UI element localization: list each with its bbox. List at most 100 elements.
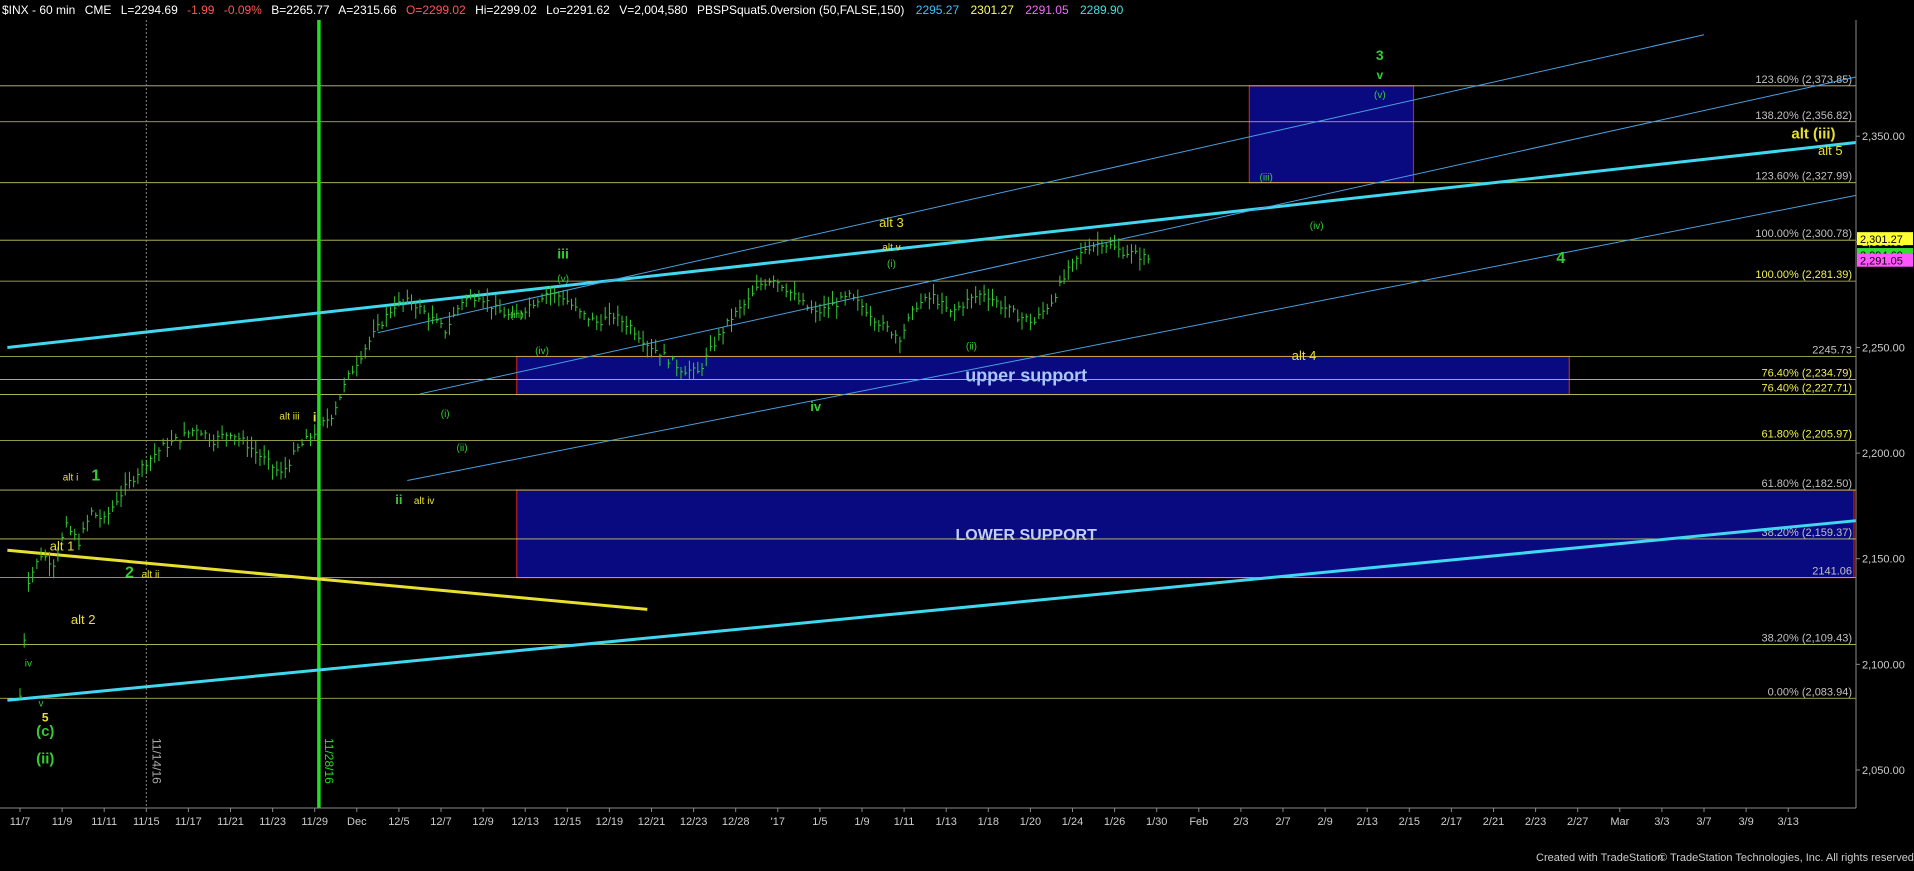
wave-label: v (39, 699, 44, 710)
fib-label: 61.80% (2,205.97) (1761, 428, 1852, 440)
study-value: 2301.27 (971, 3, 1015, 17)
study-value: 2291.05 (1025, 3, 1069, 17)
x-tick-label: 12/15 (554, 816, 582, 828)
x-tick-label: 2/13 (1356, 816, 1377, 828)
x-tick-label: 2/27 (1567, 816, 1588, 828)
x-tick-label: 3/7 (1696, 816, 1711, 828)
price-chart[interactable]: upper support LOWER SUPPORT 123.60% (2,37… (0, 0, 1914, 866)
wave-label: iii (557, 246, 569, 262)
fib-label: 100.00% (2,300.78) (1755, 228, 1852, 240)
y-tick-label: 2,350.00 (1862, 131, 1905, 143)
x-tick-label: Mar (1610, 816, 1629, 828)
wave-label: alt (iii) (1791, 125, 1835, 142)
x-tick-label: 1/24 (1062, 816, 1083, 828)
x-tick-label: 11/21 (217, 816, 244, 828)
fib-label: 0.00% (2,083.94) (1768, 686, 1852, 698)
net-change: -1.99 (187, 3, 215, 17)
exchange-label: CME (85, 3, 112, 17)
wave-label: iv (810, 399, 822, 414)
x-tick-label: 11/23 (259, 816, 286, 828)
high-price: Hi=2299.02 (475, 3, 537, 17)
trendline (419, 76, 1857, 395)
wave-label: ii (395, 492, 402, 507)
wave-label: alt 5 (1818, 143, 1843, 158)
last-price: L=2294.69 (121, 3, 178, 17)
trendline (7, 141, 1857, 349)
x-tick-label: 1/13 (935, 816, 956, 828)
trendline (377, 34, 1705, 334)
axes: 2,050.00 2,100.00 2,150.00 2,200.00 2,250.00… (0, 20, 1913, 828)
study-value: 2289.90 (1080, 3, 1124, 17)
trendline (407, 194, 1857, 482)
symbol-label: $INX - 60 min (2, 3, 75, 17)
x-tick-label: 1/30 (1146, 816, 1167, 828)
wave-label: alt 4 (1292, 348, 1317, 363)
x-tick-label: 2/23 (1525, 816, 1546, 828)
x-tick-label: 1/26 (1104, 816, 1125, 828)
fib-label: 2245.73 (1812, 344, 1852, 356)
wave-label: (ii) (966, 342, 977, 353)
x-tick-label: 12/7 (430, 816, 451, 828)
x-tick-label: 11/15 (133, 816, 160, 828)
wave-label: 2 (125, 565, 134, 582)
y-tick-label: 2,050.00 (1862, 765, 1905, 777)
wave-label: v (1376, 68, 1383, 82)
chart-header: $INX - 60 min CME L=2294.69 -1.99 -0.09%… (2, 3, 1124, 17)
wave-label: alt 3 (879, 215, 904, 230)
wave-label: alt i (63, 473, 79, 484)
open-price: O=2299.02 (406, 3, 466, 17)
support-zone (516, 489, 1855, 579)
vline-label: 11/28/16 (322, 738, 336, 784)
wave-label: iv (25, 658, 32, 669)
wave-label: (iv) (1310, 221, 1324, 232)
wave-label: alt iii (279, 411, 299, 422)
svg-text:$INX - 60 min CME: $INX - 60 min CME L=2294.69 -1.99 -0.09%… (2, 3, 1124, 17)
wave-label: 3 (1376, 47, 1384, 63)
vertical-lines: 11/28/16 11/14/16 (145, 20, 336, 808)
fib-label: 38.20% (2,109.43) (1761, 632, 1852, 644)
x-tick-label: 2/21 (1483, 816, 1504, 828)
support-zones: upper support LOWER SUPPORT (516, 85, 1855, 579)
wave-label: (iv) (535, 346, 549, 357)
fib-label: 2141.06 (1812, 566, 1852, 578)
footer-credit: Created with TradeStation (1536, 852, 1663, 864)
x-tick-label: 12/21 (638, 816, 666, 828)
x-tick-label: 3/13 (1777, 816, 1798, 828)
chart-window: upper support LOWER SUPPORT 123.60% (2,37… (0, 0, 1914, 866)
study-value: 2295.27 (916, 3, 960, 17)
price-bars (19, 231, 1151, 700)
wave-label: (iii) (1259, 173, 1272, 184)
x-tick-label: 2/9 (1317, 816, 1332, 828)
wave-label: i (313, 409, 317, 424)
wave-label: alt 2 (71, 612, 96, 627)
bid-price: B=2265.77 (271, 3, 330, 17)
footer: Created with TradeStation © TradeStation… (1536, 852, 1914, 864)
wave-label: (i) (441, 409, 450, 420)
x-tick-label: '17 (771, 816, 785, 828)
wave-label: (i) (887, 259, 896, 270)
wave-label: (ii) (456, 443, 467, 454)
footer-copyright: © TradeStation Technologies, Inc. All ri… (1659, 852, 1914, 864)
x-tick-label: 3/3 (1654, 816, 1669, 828)
fib-label: 100.00% (2,281.39) (1755, 269, 1852, 281)
wave-label: alt iv (414, 496, 435, 507)
x-tick-label: 12/5 (388, 816, 409, 828)
pct-change: -0.09% (224, 3, 262, 17)
study-name: PBSPSquat5.0version (50,FALSE,150) (697, 3, 904, 17)
wave-label: alt v (882, 242, 900, 253)
support-zone (1248, 85, 1415, 184)
vline-label: 11/14/16 (149, 738, 163, 784)
wave-annotations: 3 v (v) (iii) alt (iii)alt 5 (iv) 4 alt 3 alt v (… (25, 47, 1843, 767)
volume: V=2,004,580 (619, 3, 688, 17)
x-tick-label: 3/9 (1738, 816, 1753, 828)
x-tick-label: 12/9 (472, 816, 493, 828)
wave-label: alt ii (142, 570, 160, 581)
x-tick-label: 12/19 (596, 816, 624, 828)
x-tick-label: 11/17 (175, 816, 202, 828)
low-price: Lo=2291.62 (546, 3, 610, 17)
zone-label: upper support (965, 366, 1087, 386)
x-tick-label: 1/20 (1020, 816, 1041, 828)
zone-label: LOWER SUPPORT (956, 527, 1098, 544)
x-tick-label: 11/9 (52, 816, 73, 828)
x-tick-label: 11/29 (301, 816, 328, 828)
